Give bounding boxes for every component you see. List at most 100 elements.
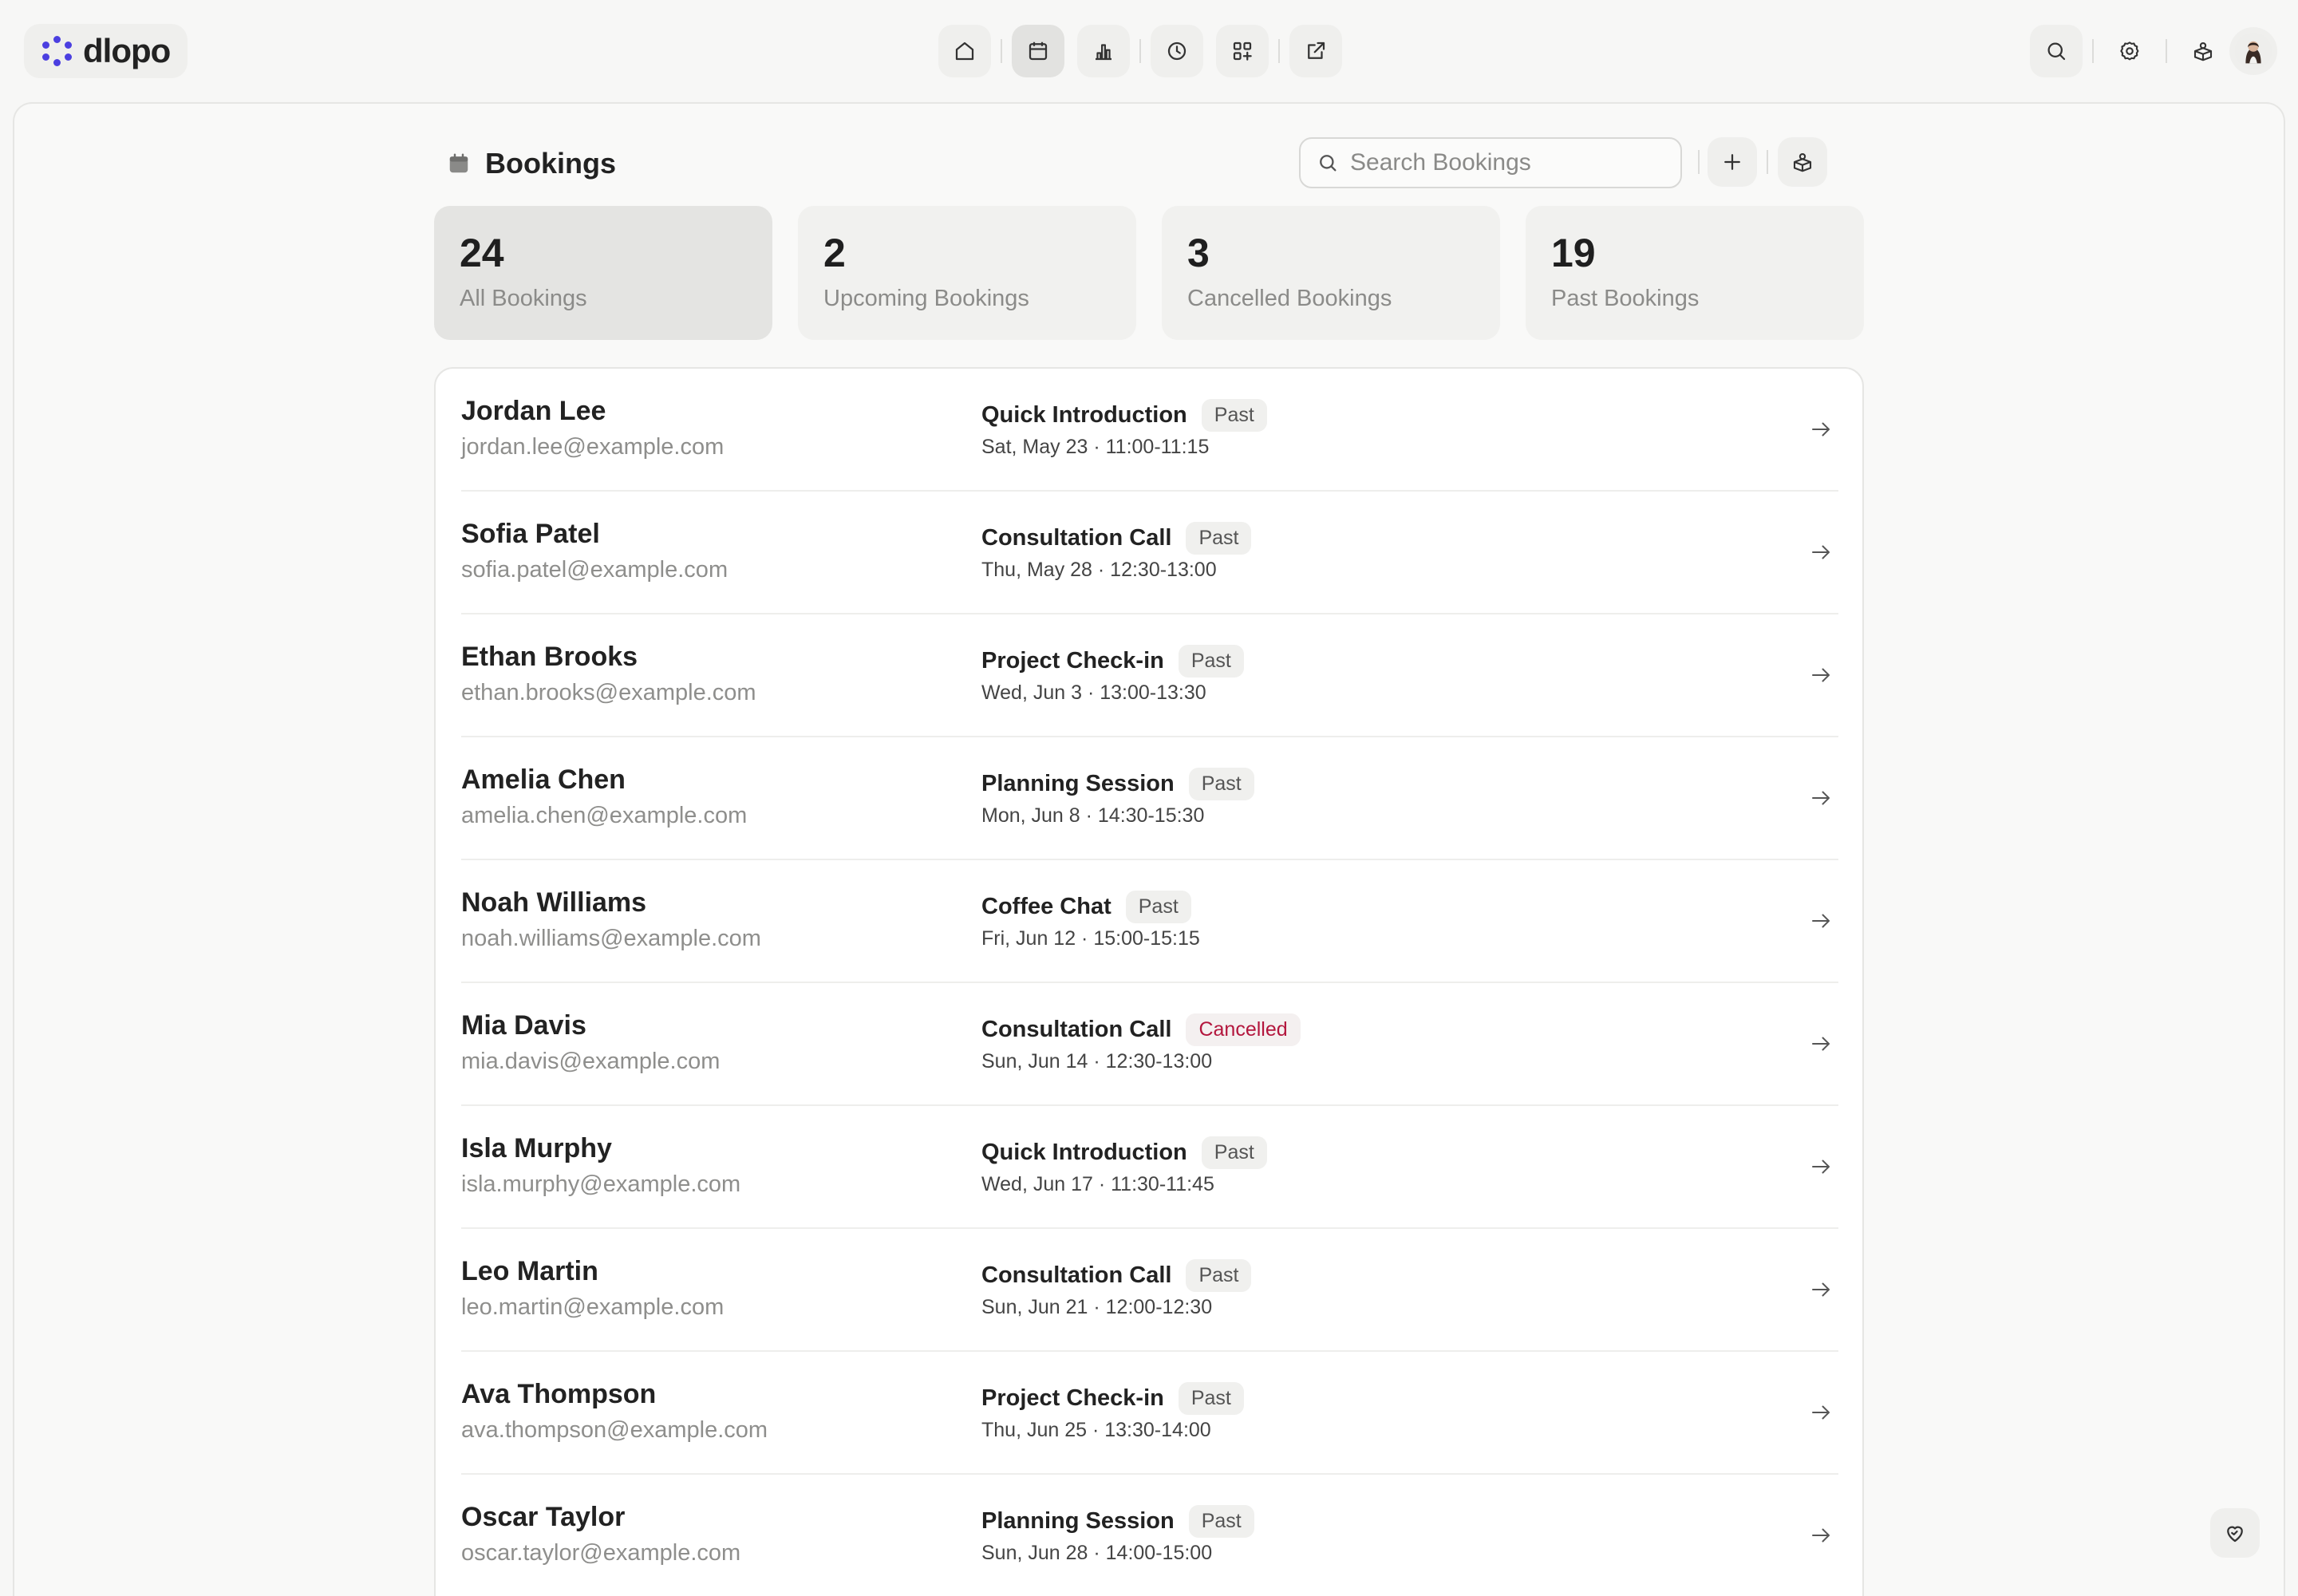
arrow-right-icon (1812, 914, 1830, 928)
gear-icon (2120, 41, 2139, 61)
stat-label: Cancelled Bookings (1187, 286, 1392, 311)
attendee-email: leo.martin@example.com (461, 1294, 725, 1320)
attendee-name: Ethan Brooks (461, 642, 638, 672)
user-avatar[interactable] (2229, 27, 2277, 75)
arrow-right-icon (1812, 668, 1830, 682)
booking-row[interactable]: Sofia Patel sofia.patel@example.com Cons… (461, 492, 1838, 614)
status-badge: Past (1125, 891, 1191, 923)
nav-analytics-button[interactable] (1077, 25, 1130, 77)
booking-time: Sat, May 23 · 11:00-11:15 (981, 436, 1210, 458)
booking-time: Sun, Jun 28 · 14:00-15:00 (981, 1542, 1213, 1564)
booking-time: Wed, Jun 17 · 11:30-11:45 (981, 1173, 1214, 1195)
open-booking-button[interactable] (1803, 535, 1838, 570)
stat-all-bookings[interactable]: 24 All Bookings (434, 206, 772, 340)
integrations-button[interactable] (2177, 25, 2229, 77)
event-type: Project Check-in (981, 648, 1164, 674)
box-person-icon (1793, 152, 1812, 172)
booking-row[interactable]: Mia Davis mia.davis@example.com Consulta… (461, 983, 1838, 1106)
booking-time: Wed, Jun 3 · 13:00-13:30 (981, 681, 1206, 704)
header-divider (1767, 150, 1768, 174)
nav-divider (1278, 39, 1280, 63)
calendar-icon (449, 153, 468, 173)
nav-home-button[interactable] (938, 25, 991, 77)
booking-row[interactable]: Ethan Brooks ethan.brooks@example.com Pr… (461, 614, 1838, 737)
booking-event: Coffee Chat Past (981, 891, 1191, 923)
attendee-email: mia.davis@example.com (461, 1049, 721, 1074)
booking-integrations-button[interactable] (1778, 137, 1827, 187)
attendee-email: oscar.taylor@example.com (461, 1540, 741, 1566)
bookings-list: Jordan Lee jordan.lee@example.com Quick … (434, 367, 1864, 1596)
booking-row[interactable]: Amelia Chen amelia.chen@example.com Plan… (461, 737, 1838, 860)
stat-past-bookings[interactable]: 19 Past Bookings (1526, 206, 1864, 340)
calendar-icon (1029, 41, 1048, 61)
booking-row[interactable]: Ava Thompson ava.thompson@example.com Pr… (461, 1352, 1838, 1475)
booking-time: Mon, Jun 8 · 14:30-15:30 (981, 804, 1205, 827)
open-booking-button[interactable] (1803, 658, 1838, 693)
nav-divider (2092, 39, 2094, 63)
status-badge: Past (1201, 1136, 1267, 1169)
booking-event: Project Check-in Past (981, 1382, 1244, 1415)
page-title: Bookings (447, 136, 616, 192)
nav-apps-button[interactable] (1216, 25, 1269, 77)
open-booking-button[interactable] (1803, 1395, 1838, 1430)
nav-divider (1001, 39, 1002, 63)
event-type: Planning Session (981, 771, 1175, 796)
booking-stats: 24 All Bookings 2 Upcoming Bookings 3 Ca… (434, 206, 1864, 340)
search-bookings-input[interactable] (1350, 149, 1653, 176)
attendee-name: Noah Williams (461, 887, 647, 918)
box-person-icon (2193, 41, 2213, 61)
help-button[interactable] (2210, 1508, 2260, 1558)
plus-icon (1724, 154, 1740, 170)
open-booking-button[interactable] (1803, 1026, 1838, 1061)
attendee-email: ava.thompson@example.com (461, 1417, 768, 1443)
bar-chart-icon (1096, 44, 1111, 61)
heart-handshake-icon (2227, 1526, 2243, 1543)
settings-button[interactable] (2103, 25, 2156, 77)
booking-event: Planning Session Past (981, 768, 1254, 800)
search-bookings-field[interactable] (1299, 137, 1682, 188)
event-type: Consultation Call (981, 1017, 1172, 1042)
stat-value: 2 (823, 231, 846, 275)
open-booking-button[interactable] (1803, 1518, 1838, 1553)
status-badge: Past (1178, 1382, 1244, 1415)
home-icon (955, 41, 974, 61)
nav-share-button[interactable] (1289, 25, 1342, 77)
open-booking-button[interactable] (1803, 1149, 1838, 1184)
stat-label: All Bookings (460, 286, 587, 311)
global-search-button[interactable] (2030, 25, 2083, 77)
arrow-right-icon (1812, 1159, 1830, 1174)
status-badge: Past (1188, 768, 1254, 800)
stat-cancelled-bookings[interactable]: 3 Cancelled Bookings (1162, 206, 1500, 340)
stat-label: Past Bookings (1551, 286, 1700, 311)
nav-history-button[interactable] (1151, 25, 1203, 77)
booking-row[interactable]: Isla Murphy isla.murphy@example.com Quic… (461, 1106, 1838, 1229)
attendee-name: Oscar Taylor (461, 1502, 626, 1532)
page-title-text: Bookings (485, 147, 617, 180)
open-booking-button[interactable] (1803, 1272, 1838, 1307)
brand-logo[interactable]: dlopo (24, 24, 188, 78)
header-divider (1698, 150, 1700, 174)
nav-bookings-button[interactable] (1012, 25, 1064, 77)
booking-row[interactable]: Oscar Taylor oscar.taylor@example.com Pl… (461, 1475, 1838, 1596)
status-badge: Past (1178, 645, 1244, 678)
status-badge: Past (1188, 1505, 1254, 1538)
booking-time: Sun, Jun 14 · 12:30-13:00 (981, 1050, 1213, 1073)
status-badge: Past (1186, 522, 1252, 555)
open-booking-button[interactable] (1803, 412, 1838, 447)
open-booking-button[interactable] (1803, 903, 1838, 938)
apps-plus-icon (1233, 41, 1252, 61)
booking-row[interactable]: Noah Williams noah.williams@example.com … (461, 860, 1838, 983)
status-badge: Cancelled (1186, 1013, 1301, 1046)
stat-value: 24 (460, 231, 504, 275)
stat-upcoming-bookings[interactable]: 2 Upcoming Bookings (798, 206, 1136, 340)
attendee-name: Mia Davis (461, 1010, 586, 1041)
open-booking-button[interactable] (1803, 780, 1838, 816)
booking-row[interactable]: Leo Martin leo.martin@example.com Consul… (461, 1229, 1838, 1352)
nav-divider (2166, 39, 2167, 63)
top-bar: dlopo (0, 0, 2298, 102)
attendee-name: Sofia Patel (461, 519, 600, 549)
add-booking-button[interactable] (1708, 137, 1757, 187)
search-icon (2047, 42, 2066, 61)
event-type: Coffee Chat (981, 894, 1111, 919)
booking-row[interactable]: Jordan Lee jordan.lee@example.com Quick … (461, 369, 1838, 492)
